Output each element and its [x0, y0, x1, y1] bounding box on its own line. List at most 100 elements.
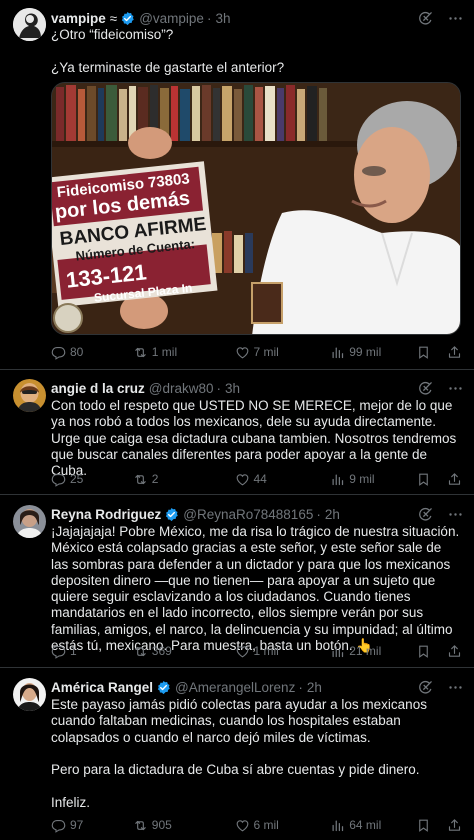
timestamp[interactable]: 3h — [215, 10, 230, 27]
reply-count: 1 — [70, 643, 77, 658]
more-icon[interactable] — [446, 678, 464, 696]
views-icon — [330, 818, 345, 833]
view-count: 21 mil — [349, 643, 382, 658]
tweet-text: ¿Otro “fideicomiso”? ¿Ya terminaste de g… — [51, 27, 285, 75]
like-count: 44 — [253, 471, 267, 486]
retweet-button[interactable]: 369 — [133, 643, 235, 660]
tweet-text: ¡Jajajajaja! Pobre México, me da risa lo… — [51, 524, 463, 654]
reply-icon — [51, 644, 66, 659]
handle[interactable]: @ReynaRo78488165 — [183, 506, 313, 523]
like-button[interactable]: 6 mil — [235, 817, 331, 834]
views-button[interactable]: 21 mil — [330, 643, 416, 660]
reply-count: 80 — [70, 344, 84, 359]
like-button[interactable]: 7 mil — [235, 344, 331, 361]
retweet-button[interactable]: 905 — [133, 817, 235, 834]
reply-button[interactable]: 25 — [51, 471, 133, 488]
bookmark-button[interactable] — [416, 818, 431, 833]
separator-dot: · — [298, 679, 303, 695]
retweet-icon — [133, 472, 148, 487]
tweet-reyna[interactable]: Reyna Rodriguez @ReynaRo78488165 · 2h ¡J… — [0, 495, 474, 668]
like-icon — [235, 472, 250, 487]
grok-icon[interactable] — [416, 9, 434, 27]
bookmark-icon — [416, 818, 431, 833]
more-icon[interactable] — [446, 9, 464, 27]
like-count: 1 mil — [253, 643, 279, 658]
tweet-photo[interactable]: Fideicomiso 73803 por los demás BANCO AF… — [51, 82, 461, 335]
views-icon — [330, 345, 345, 360]
handle[interactable]: @vampipe — [139, 10, 204, 27]
reply-count: 25 — [70, 471, 84, 486]
avatar[interactable] — [13, 379, 46, 412]
share-button[interactable] — [447, 644, 462, 659]
views-icon — [330, 644, 345, 659]
bookmark-button[interactable] — [416, 644, 431, 659]
views-button[interactable]: 9 mil — [330, 471, 416, 488]
reply-button[interactable]: 80 — [51, 344, 133, 361]
timestamp[interactable]: 3h — [225, 380, 240, 397]
reply-icon — [51, 818, 66, 833]
share-icon — [447, 345, 462, 360]
like-count: 6 mil — [253, 817, 279, 832]
display-name[interactable]: angie d la cruz — [51, 380, 145, 397]
timestamp[interactable]: 2h — [307, 679, 322, 696]
timestamp[interactable]: 2h — [325, 506, 340, 523]
retweet-count: 2 — [151, 471, 159, 486]
tweet-america[interactable]: América Rangel @AmerangelLorenz · 2h Est… — [0, 668, 474, 840]
more-icon[interactable] — [446, 379, 464, 397]
reply-count: 97 — [70, 817, 84, 832]
tweet-vampipe[interactable]: vampipe ≈ @vampipe · 3h ¿Otro “fideicomi… — [0, 0, 474, 370]
handle[interactable]: @AmerangelLorenz — [175, 679, 295, 696]
separator-dot: · — [216, 380, 222, 396]
retweet-button[interactable]: 2 — [133, 471, 235, 488]
views-icon — [330, 472, 345, 487]
bookmark-icon — [416, 345, 431, 360]
more-icon[interactable] — [446, 505, 464, 523]
reply-button[interactable]: 1 — [51, 643, 133, 660]
share-icon — [447, 818, 462, 833]
display-name[interactable]: vampipe — [51, 10, 106, 27]
handle[interactable]: @drakw80 — [149, 380, 214, 397]
grok-icon[interactable] — [416, 505, 434, 523]
verified-icon — [156, 680, 171, 695]
tweet-angie[interactable]: angie d la cruz @drakw80 · 3h Con todo e… — [0, 370, 474, 495]
avatar-image — [13, 678, 46, 711]
reply-button[interactable]: 97 — [51, 817, 133, 834]
tweet-text: Este payaso jamás pidió colectas para ay… — [51, 697, 427, 810]
bookmark-icon — [416, 644, 431, 659]
like-icon — [235, 818, 250, 833]
grok-icon[interactable] — [416, 678, 434, 696]
view-count: 64 mil — [349, 817, 382, 832]
separator-dot: · — [316, 506, 321, 522]
retweet-icon — [133, 644, 148, 659]
tweet-text: Con todo el respeto que USTED NO SE MERE… — [51, 398, 461, 479]
like-button[interactable]: 44 — [235, 471, 331, 488]
views-button[interactable]: 64 mil — [330, 817, 416, 834]
like-button[interactable]: 1 mil — [235, 643, 331, 660]
reply-icon — [51, 472, 66, 487]
separator-dot: · — [206, 10, 212, 26]
avatar[interactable] — [13, 8, 46, 41]
retweet-count: 905 — [151, 817, 172, 832]
like-icon — [235, 345, 250, 360]
like-count: 7 mil — [253, 344, 279, 359]
view-count: 99 mil — [349, 344, 382, 359]
retweet-icon — [133, 345, 148, 360]
verified-icon — [120, 11, 135, 26]
name-emoji: ≈ — [109, 10, 118, 26]
grok-icon[interactable] — [416, 379, 434, 397]
sign-text: Fideicomiso 73803 por los demás BANCO AF… — [52, 170, 214, 307]
share-button[interactable] — [447, 818, 462, 833]
display-name[interactable]: América Rangel — [51, 679, 153, 696]
avatar[interactable] — [13, 505, 46, 538]
retweet-button[interactable]: 1 mil — [133, 344, 235, 361]
avatar[interactable] — [13, 678, 46, 711]
share-icon — [447, 472, 462, 487]
share-button[interactable] — [447, 472, 462, 487]
bookmark-icon — [416, 472, 431, 487]
share-icon — [447, 644, 462, 659]
display-name[interactable]: Reyna Rodriguez — [51, 506, 161, 523]
views-button[interactable]: 99 mil — [330, 344, 416, 361]
bookmark-button[interactable] — [416, 472, 431, 487]
bookmark-button[interactable] — [416, 345, 431, 360]
share-button[interactable] — [447, 345, 462, 360]
